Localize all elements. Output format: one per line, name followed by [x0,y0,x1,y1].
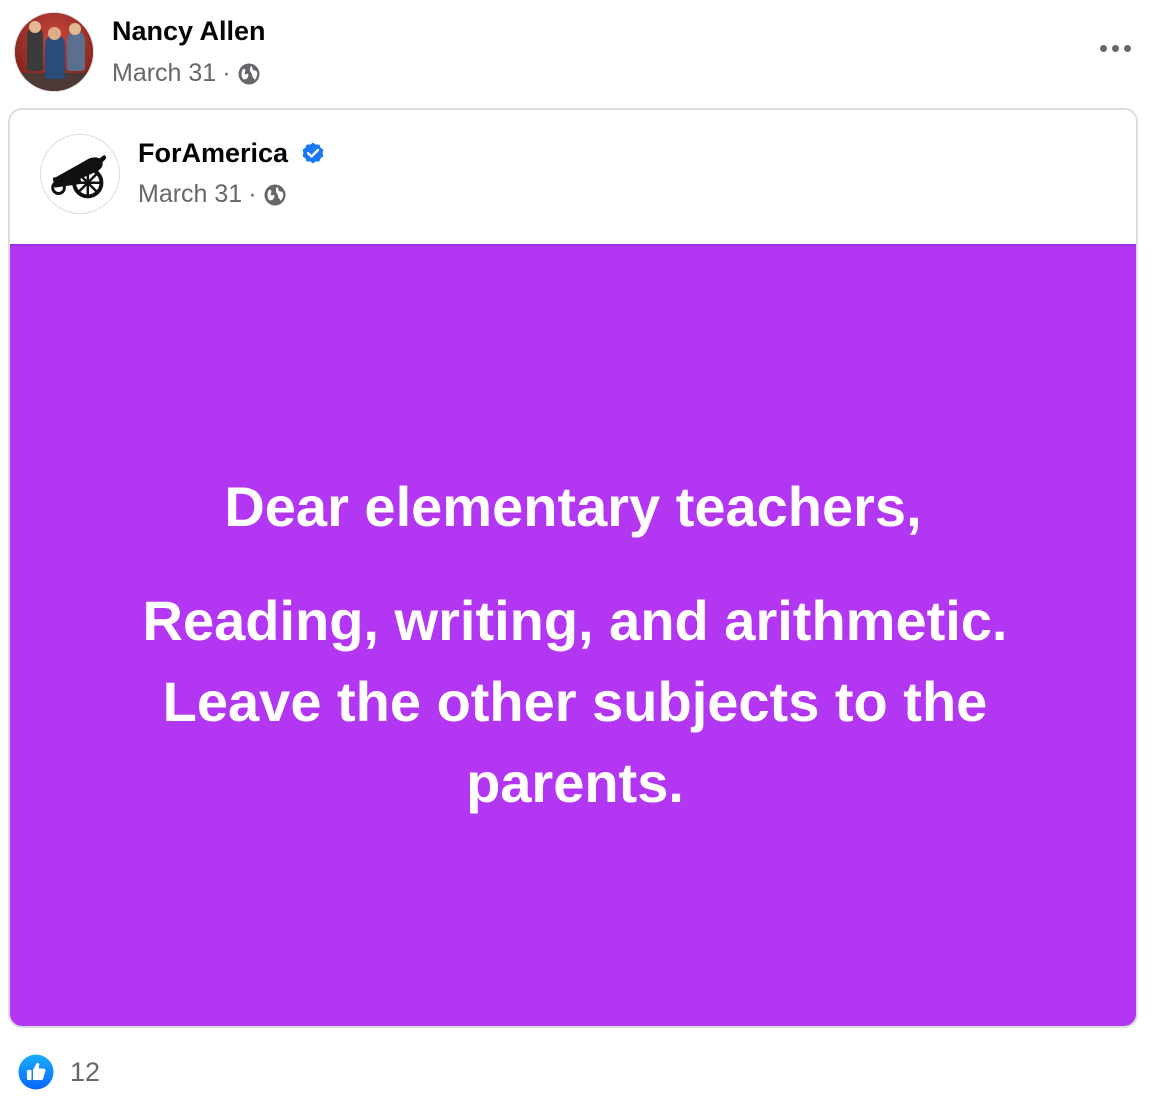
post-header: Nancy Allen March 31 · [14,12,1149,94]
page-name-row: ForAmerica [138,138,326,169]
shared-post-header: ForAmerica March 31 · [10,110,1136,244]
verified-badge-icon [302,142,324,163]
post-text-body: Reading, writing, and arithmetic. Leave … [142,589,1008,814]
meta-separator: · [222,59,231,87]
more-options-button[interactable] [1089,34,1141,62]
post-text-greeting: Dear elementary teachers, [224,475,922,538]
author-name[interactable]: Nancy Allen [112,16,266,47]
author-avatar[interactable] [14,12,94,92]
shared-post-meta: March 31 · [138,180,287,209]
post-date[interactable]: March 31 [112,59,216,88]
post-meta: March 31 · [112,59,261,88]
like-icon [18,1054,54,1090]
cannon-icon [51,155,107,199]
reaction-count[interactable]: 12 [70,1057,100,1088]
page-name[interactable]: ForAmerica [138,138,288,169]
reactions-summary[interactable]: 12 [18,1052,100,1092]
shared-post-date[interactable]: March 31 [138,180,242,209]
page-avatar[interactable] [40,134,120,214]
shared-post-card[interactable]: ForAmerica March 31 · Dear elementary te… [8,108,1138,1028]
text-post-background: Dear elementary teachers, Reading, writi… [10,244,1136,1026]
meta-separator: · [248,180,257,208]
globe-icon[interactable] [263,183,287,207]
globe-icon[interactable] [237,62,261,86]
